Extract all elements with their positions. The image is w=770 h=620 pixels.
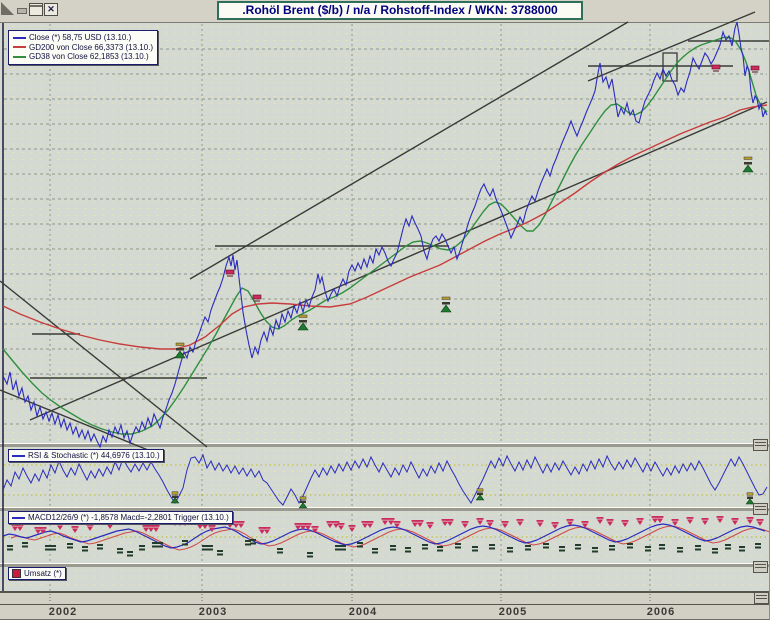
macd-line-swatch bbox=[12, 516, 25, 519]
macd-panel-menu-icon[interactable] bbox=[753, 503, 768, 515]
year-label: 2006 bbox=[646, 606, 676, 618]
volume-panel-menu-icon[interactable] bbox=[753, 561, 768, 573]
legend-item-close: Close (*) 58,75 USD (13.10.) bbox=[13, 33, 153, 43]
gd38-line-swatch bbox=[13, 55, 26, 58]
year-label: 2005 bbox=[498, 606, 528, 618]
year-label: 2002 bbox=[48, 606, 78, 618]
axis-menu-icon[interactable] bbox=[754, 592, 769, 604]
legend-label: GD38 von Close 62,1853 (13.10.) bbox=[29, 52, 149, 61]
volume-swatch bbox=[12, 569, 21, 578]
rsi-panel-menu-icon[interactable] bbox=[753, 439, 768, 451]
close-line-swatch bbox=[13, 36, 26, 39]
volume-label: Umsatz (*) bbox=[24, 569, 62, 578]
macd-label-box[interactable]: MACD12/26/9 (*) -1,8578 Macd=-2,2801 Tri… bbox=[8, 511, 233, 524]
rsi-label: RSI & Stochastic (*) 44,6976 (13.10.) bbox=[28, 451, 160, 460]
legend-label: GD200 von Close 66,3373 (13.10.) bbox=[29, 42, 154, 52]
year-label: 2004 bbox=[348, 606, 378, 618]
legend[interactable]: Close (*) 58,75 USD (13.10.) GD200 von C… bbox=[8, 30, 159, 65]
chart-window: ✕ .Rohöl Brent ($/b) / n/a / Rohstoff-In… bbox=[0, 0, 770, 620]
legend-item-gd200: GD200 von Close 66,3373 (13.10.) bbox=[13, 43, 153, 53]
macd-label: MACD12/26/9 (*) -1,8578 Macd=-2,2801 Tri… bbox=[28, 513, 229, 522]
legend-item-gd38: GD38 von Close 62,1853 (13.10.) bbox=[13, 52, 153, 62]
legend-label: Close (*) 58,75 USD (13.10.) bbox=[29, 33, 132, 42]
chart-canvas[interactable] bbox=[0, 0, 770, 620]
volume-label-box[interactable]: Umsatz (*) bbox=[8, 567, 66, 580]
year-label: 2003 bbox=[198, 606, 228, 618]
gd200-line-swatch bbox=[13, 46, 26, 49]
rsi-line-swatch bbox=[12, 454, 25, 457]
rsi-label-box[interactable]: RSI & Stochastic (*) 44,6976 (13.10.) bbox=[8, 449, 164, 462]
